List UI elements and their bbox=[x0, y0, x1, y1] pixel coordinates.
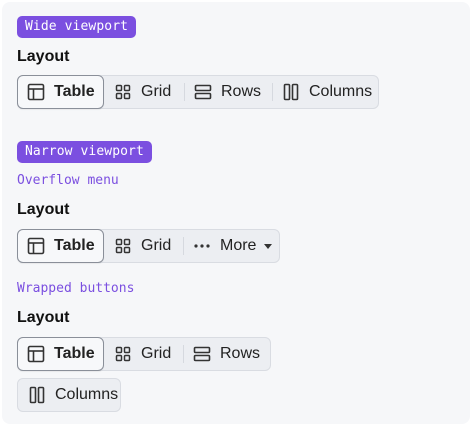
wrapped-view-option-table-label: Table bbox=[54, 345, 95, 362]
view-option-columns-label: Columns bbox=[309, 83, 373, 100]
wrapped-buttons-caption: Wrapped buttons bbox=[17, 281, 135, 296]
demo-panel: Wide viewport Layout Table Grid Rows Col… bbox=[2, 2, 470, 424]
view-option-grid-label: Grid bbox=[141, 83, 172, 100]
more-menu-button[interactable]: More bbox=[183, 230, 279, 262]
view-option-columns[interactable]: Columns bbox=[272, 76, 377, 108]
wrapped-view-option-columns-label: Columns bbox=[55, 386, 119, 403]
more-menu-label: More bbox=[220, 237, 257, 254]
table-icon bbox=[27, 83, 45, 101]
wide-viewport-badge: Wide viewport bbox=[17, 16, 137, 38]
view-option-table[interactable]: Table bbox=[17, 75, 104, 109]
wrapped-view-option-grid-label: Grid bbox=[141, 345, 172, 362]
wrapped-view-option-table[interactable]: Table bbox=[17, 337, 104, 371]
table-icon bbox=[27, 237, 45, 255]
wrapped-view-toggle-group: Table Grid Rows bbox=[17, 337, 271, 371]
grid-icon bbox=[114, 237, 132, 255]
wrapped-view-option-rows[interactable]: Rows bbox=[183, 338, 270, 370]
overflow-view-option-grid[interactable]: Grid bbox=[104, 230, 183, 262]
wrapped-view-option-columns[interactable]: Columns bbox=[18, 379, 122, 411]
wide-view-toggle-group: Table Grid Rows Columns bbox=[17, 75, 379, 109]
overflow-view-option-table-label: Table bbox=[54, 237, 95, 254]
wrapped-second-row-group: Columns bbox=[17, 378, 121, 412]
view-option-grid[interactable]: Grid bbox=[104, 76, 184, 108]
view-option-table-label: Table bbox=[54, 83, 95, 100]
rows-icon bbox=[193, 345, 211, 363]
narrow-viewport-badge: Narrow viewport bbox=[17, 141, 152, 163]
wrapped-view-option-grid[interactable]: Grid bbox=[104, 338, 183, 370]
caret-down-icon bbox=[264, 243, 273, 249]
overflow-menu-caption: Overflow menu bbox=[17, 173, 119, 188]
wide-layout-label: Layout bbox=[17, 48, 70, 65]
columns-icon bbox=[282, 83, 300, 101]
columns-icon bbox=[28, 386, 46, 404]
grid-icon bbox=[114, 83, 132, 101]
overflow-view-toggle-group: Table Grid More bbox=[17, 229, 280, 263]
view-option-rows[interactable]: Rows bbox=[184, 76, 272, 108]
rows-icon bbox=[194, 83, 212, 101]
table-icon bbox=[27, 345, 45, 363]
overflow-view-option-table[interactable]: Table bbox=[17, 229, 104, 263]
wrapped-layout-label: Layout bbox=[17, 309, 70, 326]
overflow-layout-label: Layout bbox=[17, 201, 70, 218]
overflow-view-option-grid-label: Grid bbox=[141, 237, 172, 254]
view-option-rows-label: Rows bbox=[221, 83, 262, 100]
grid-icon bbox=[114, 345, 132, 363]
wrapped-view-option-rows-label: Rows bbox=[220, 345, 261, 362]
ellipsis-icon bbox=[193, 237, 211, 255]
